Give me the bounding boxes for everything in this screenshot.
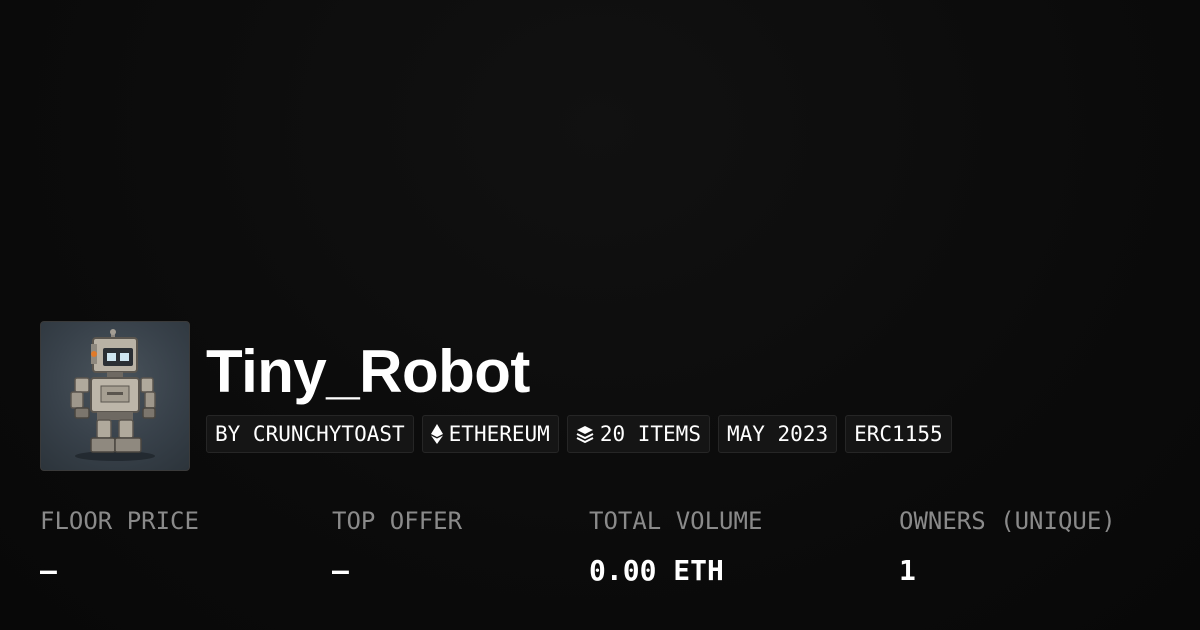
stack-layers-icon	[576, 425, 594, 443]
stat-value: 0.00 ETH	[589, 554, 724, 587]
stat-floor-price: FLOOR PRICE –	[40, 500, 199, 600]
collection-stats: FLOOR PRICE – TOP OFFER – TOTAL VOLUME 0…	[0, 500, 1200, 610]
tag-items[interactable]: 20 ITEMS	[566, 415, 710, 453]
stat-label: TOP OFFER	[332, 507, 463, 535]
robot-illustration	[70, 329, 156, 461]
stat-label: FLOOR PRICE	[40, 507, 199, 535]
tag-standard[interactable]: ERC1155	[845, 415, 952, 453]
tag-creator-label: BY CRUNCHYTOAST	[215, 422, 405, 446]
collection-avatar	[40, 321, 190, 471]
collection-title: Tiny_Robot	[206, 338, 530, 405]
stat-label: OWNERS (UNIQUE)	[899, 507, 1116, 535]
tag-chain-label: ETHEREUM	[448, 422, 550, 446]
collection-share-card: Tiny_Robot BY CRUNCHYTOAST ETHEREUM 20 I…	[0, 0, 1200, 630]
stat-owners: OWNERS (UNIQUE) 1	[899, 500, 1116, 600]
tag-creator[interactable]: BY CRUNCHYTOAST	[206, 415, 414, 453]
stat-value: 1	[899, 554, 916, 587]
stat-label: TOTAL VOLUME	[589, 507, 763, 535]
stat-value: –	[40, 554, 57, 587]
tag-items-label: 20 ITEMS	[599, 422, 701, 446]
stat-top-offer: TOP OFFER –	[332, 500, 462, 600]
tag-standard-label: ERC1155	[854, 422, 943, 446]
ethereum-icon	[430, 424, 443, 444]
stat-value: –	[332, 554, 349, 587]
tag-date-label: MAY 2023	[726, 422, 829, 446]
collection-tags: BY CRUNCHYTOAST ETHEREUM 20 ITEMS MAY 20…	[206, 415, 952, 453]
stat-total-volume: TOTAL VOLUME 0.00 ETH	[589, 500, 762, 600]
tag-chain[interactable]: ETHEREUM	[421, 415, 559, 453]
tag-date[interactable]: MAY 2023	[717, 415, 838, 453]
